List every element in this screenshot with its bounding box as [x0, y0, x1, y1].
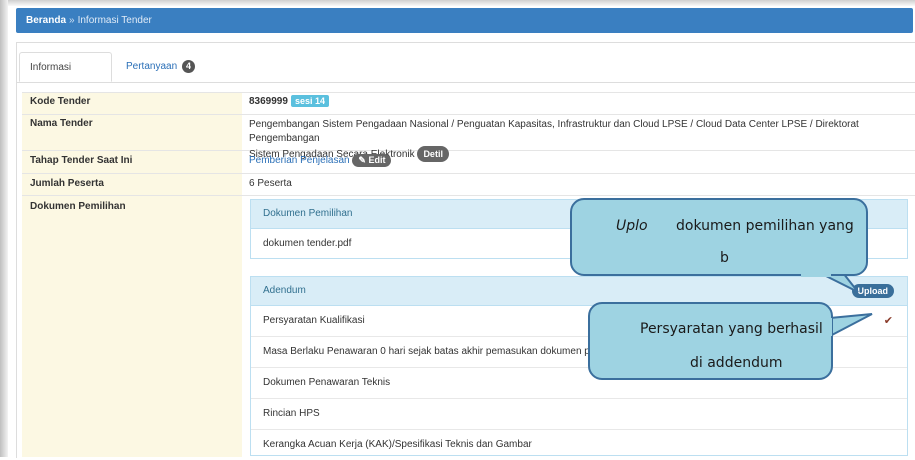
callout-pointer-join: [829, 318, 832, 336]
check-icon: ✔: [883, 315, 893, 327]
breadcrumb-home[interactable]: Beranda: [26, 15, 66, 26]
callout-text-italic: Uplo: [616, 218, 648, 234]
divider: [22, 92, 915, 93]
tab-bar: Informasi Tender Pertanyaan 4: [16, 50, 915, 103]
tahap-value: Pemberian Penjelasan ✎ Edit: [249, 154, 392, 167]
edit-button[interactable]: ✎ Edit: [352, 154, 392, 167]
detil-button[interactable]: Detil: [417, 146, 449, 162]
kode-tender-value: 8369999 sesi 14: [249, 95, 329, 107]
edit-icon: ✎: [358, 155, 366, 165]
callout-pointer-join: [801, 274, 831, 277]
adendum-item-label: Kerangka Acuan Kerja (KAK)/Spesifikasi T…: [263, 439, 532, 450]
breadcrumb: Beranda» Informasi Tender: [16, 8, 913, 33]
question-count-badge: 4: [181, 60, 195, 73]
adendum-item-label: Masa Berlaku Penawaran 0 hari sejak bata…: [263, 346, 607, 357]
callout-text: Persyaratan yang berhasil: [640, 321, 823, 337]
breadcrumb-separator: »: [69, 15, 75, 26]
adendum-item-label: Persyaratan Kualifikasi: [263, 315, 365, 326]
tahap-link[interactable]: Pemberian Penjelasan: [249, 155, 350, 166]
callout-text-line2: b: [720, 250, 729, 266]
nama-tender-label: Nama Tender: [30, 118, 93, 129]
jumlah-peserta-label: Jumlah Peserta: [30, 178, 104, 189]
callout-upload-hint: Uplo dokumen pemilihan yang b: [570, 198, 868, 276]
label-column: [22, 92, 242, 457]
adendum-item-label: Dokumen Penawaran Teknis: [263, 377, 391, 388]
tab-label: Pertanyaan: [126, 61, 178, 72]
nama-tender-line1: Pengembangan Sistem Pengadaan Nasional /…: [249, 119, 859, 144]
tab-informasi-tender[interactable]: Informasi Tender: [19, 52, 112, 103]
adendum-item-label: Rincian HPS: [263, 408, 320, 419]
tab-pertanyaan[interactable]: Pertanyaan 4: [116, 52, 205, 82]
tahap-label: Tahap Tender Saat Ini: [30, 155, 133, 166]
callout-pointer: [829, 313, 873, 338]
top-shadow: [0, 0, 915, 6]
divider: [22, 114, 915, 115]
sesi-badge: sesi 14: [290, 95, 329, 107]
left-shadow: [0, 0, 8, 457]
callout-text-line2: di addendum: [690, 355, 783, 371]
edit-label: Edit: [368, 155, 386, 165]
dokumen-pemilihan-label: Dokumen Pemilihan: [30, 201, 126, 212]
jumlah-peserta-value: 6 Peserta: [249, 178, 292, 189]
breadcrumb-current: Informasi Tender: [77, 15, 152, 26]
callout-text: dokumen pemilihan yang: [676, 218, 854, 234]
adendum-item[interactable]: Rincian HPS: [251, 399, 907, 430]
kode-tender-label: Kode Tender: [30, 96, 91, 107]
divider: [22, 195, 915, 196]
tender-code: 8369999: [249, 96, 288, 107]
dokumen-file-name[interactable]: dokumen tender.pdf: [263, 238, 351, 249]
adendum-title: Adendum: [263, 285, 306, 296]
adendum-item[interactable]: Kerangka Acuan Kerja (KAK)/Spesifikasi T…: [251, 430, 907, 460]
divider: [22, 173, 915, 174]
callout-addendum-hint: Persyaratan yang berhasil di addendum: [588, 302, 833, 380]
